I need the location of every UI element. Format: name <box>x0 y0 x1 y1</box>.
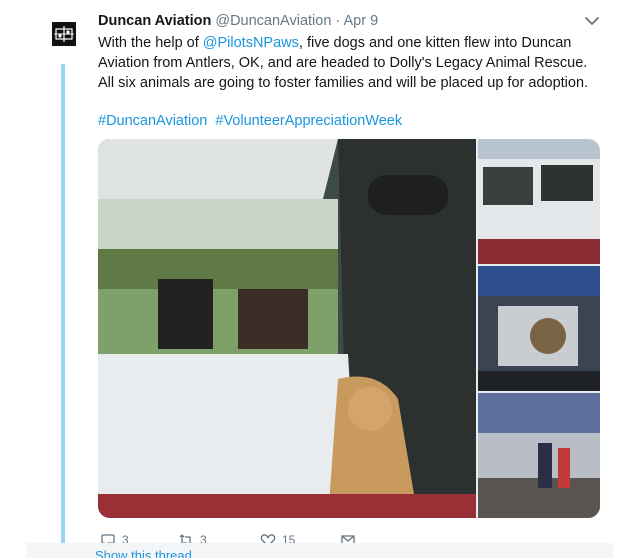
tweet-header: Duncan Aviation @DuncanAviation · Apr 9 <box>98 12 378 30</box>
mention-link[interactable]: @PilotsNPaws <box>203 35 299 51</box>
plane-exterior-photo <box>478 139 600 264</box>
tweet-date[interactable]: Apr 9 <box>344 13 379 29</box>
media-photo-4[interactable] <box>478 393 600 518</box>
thread-connector-line <box>61 64 65 546</box>
chevron-down-icon <box>585 17 599 25</box>
ramp-volunteers-photo <box>478 393 600 518</box>
dogs-in-plane-photo <box>98 139 476 518</box>
show-thread-link[interactable]: Show this thread <box>95 548 192 558</box>
media-photo-3[interactable] <box>478 266 600 391</box>
media-grid <box>98 139 600 518</box>
dog-in-cockpit-photo <box>478 266 600 391</box>
avatar[interactable] <box>52 22 76 46</box>
hashtag-link[interactable]: #DuncanAviation <box>98 113 207 129</box>
hashtag-link[interactable]: #VolunteerAppreciationWeek <box>215 113 402 129</box>
media-photo-2[interactable] <box>478 139 600 264</box>
hashtag-list: #DuncanAviation #VolunteerAppreciationWee… <box>98 111 402 131</box>
author-name[interactable]: Duncan Aviation <box>98 13 211 29</box>
tweet-text-intro: With the help of <box>98 35 203 51</box>
more-menu-button[interactable] <box>583 13 601 29</box>
author-handle[interactable]: @DuncanAviation <box>215 13 331 29</box>
tweet-text: With the help of @PilotsNPaws, five dogs… <box>98 33 598 93</box>
header-separator: · <box>335 13 341 29</box>
media-photo-main[interactable] <box>98 139 476 518</box>
duncan-aviation-logo-icon <box>52 22 76 46</box>
